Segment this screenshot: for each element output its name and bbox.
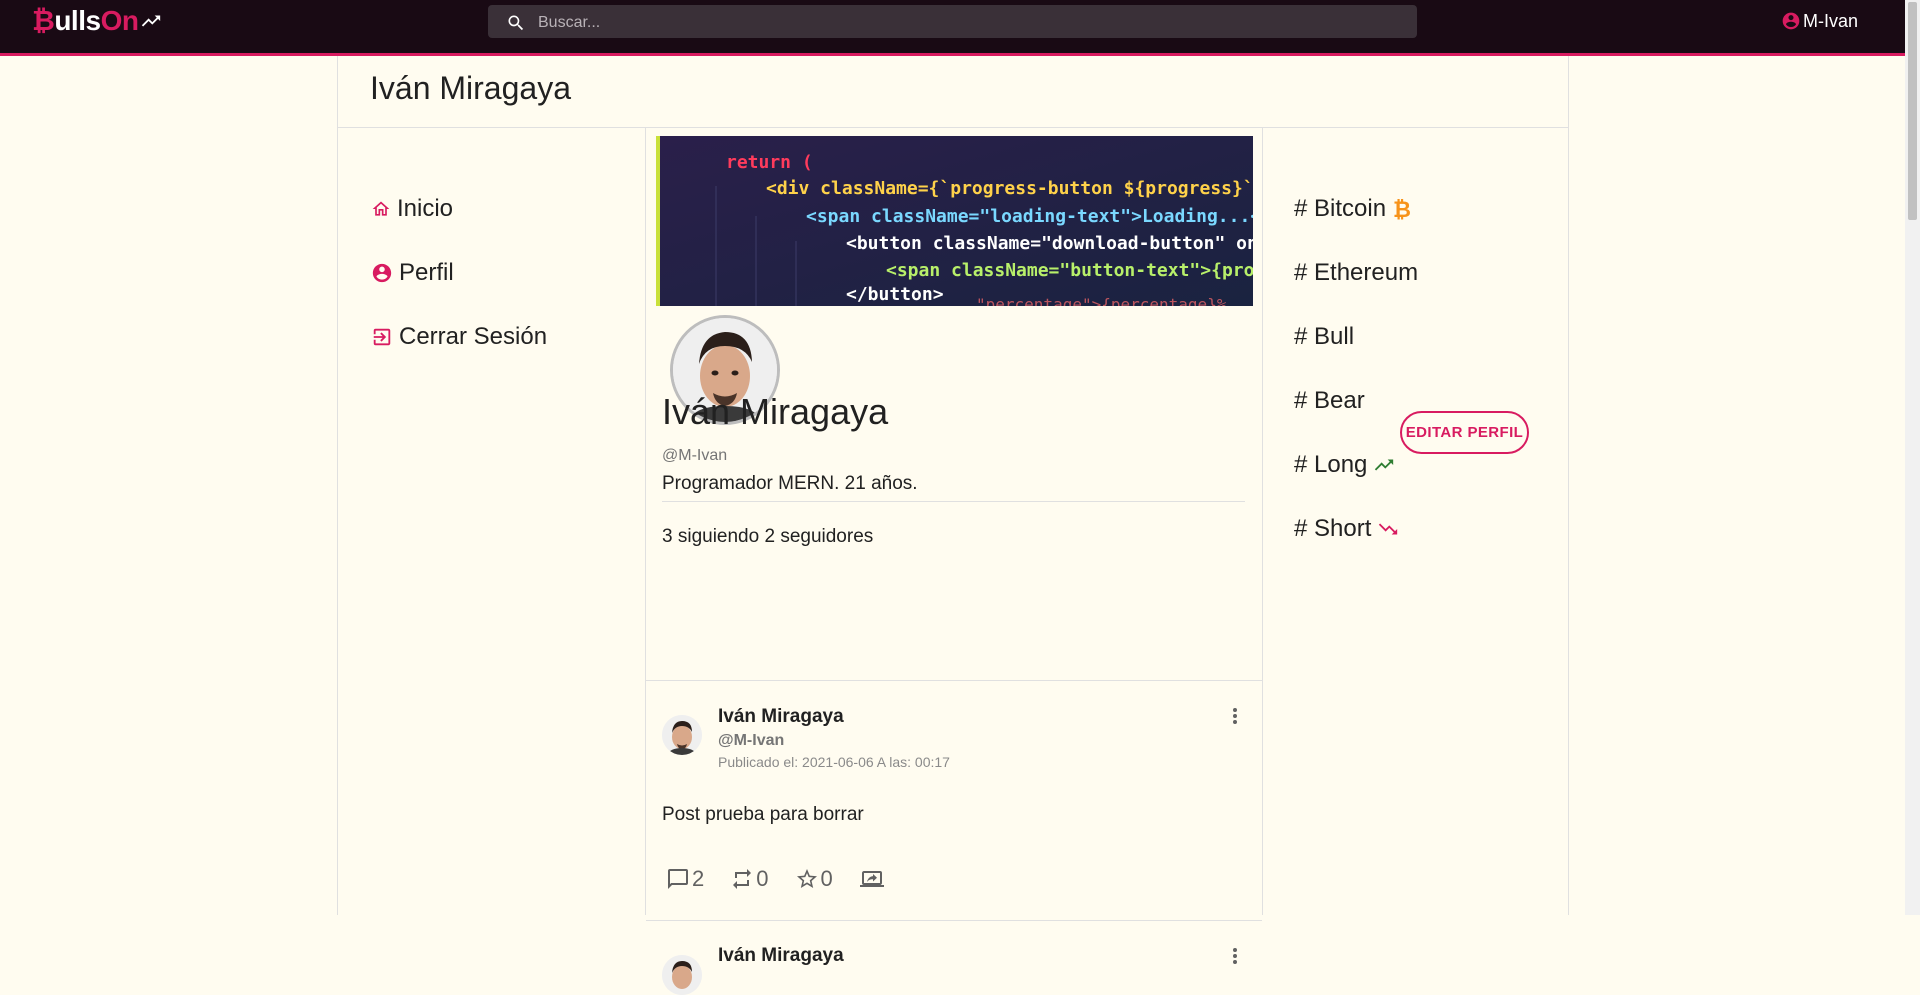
account-circle-icon: [372, 263, 392, 283]
profile-name: Iván Miragaya: [662, 391, 889, 432]
search-icon: [508, 15, 524, 31]
profile-bio: Programador MERN. 21 años.: [662, 473, 918, 494]
person-portrait-icon: [662, 955, 702, 995]
tag-label: # Bear: [1294, 387, 1365, 414]
banner-code-line-2: <div className={`progress-button ${progr…: [766, 178, 1253, 199]
post-author-name[interactable]: Iván Miragaya: [718, 945, 844, 967]
banner-code-line-3: <span className="loading-text">Loading..…: [806, 206, 1253, 227]
person-portrait-icon: [662, 715, 702, 755]
tag-long[interactable]: # Long: [1294, 451, 1395, 479]
comment-icon: [668, 869, 688, 889]
logo-text-pink: On: [100, 5, 139, 36]
post-avatar[interactable]: [662, 955, 702, 995]
share-button[interactable]: [859, 867, 887, 891]
search-bar[interactable]: [488, 5, 1417, 40]
logo-bitcoin-letter: ₿: [32, 5, 55, 36]
top-app-bar: ₿ ulls On M-Ivan: [0, 0, 1905, 56]
main-container: Iván Miragaya Inicio Perfil Cerrar Sesió…: [337, 56, 1569, 995]
nav-item-cerrar-sesion[interactable]: Cerrar Sesión: [371, 323, 547, 351]
home-icon: [372, 201, 390, 216]
banner-code-line-5: <span className="button-text">{progress …: [886, 260, 1253, 281]
more-options-icon[interactable]: [1223, 704, 1247, 728]
profile-divider: [662, 501, 1245, 502]
tag-ethereum[interactable]: # Ethereum: [1294, 259, 1418, 287]
search-input[interactable]: [536, 5, 1400, 40]
account-circle-icon: [1782, 12, 1800, 30]
logout-icon: [373, 328, 391, 346]
profile-banner-image: return ( <div className={`progress-butto…: [656, 136, 1253, 306]
trending-up-icon: [1375, 459, 1394, 471]
follow-stats[interactable]: 3 siguiendo 2 seguidores: [662, 526, 873, 548]
tag-short[interactable]: # Short: [1294, 515, 1399, 543]
screen-share-icon: [859, 871, 884, 887]
tag-label: # Bitcoin: [1294, 195, 1387, 222]
post-author-name[interactable]: Iván Miragaya: [718, 706, 844, 728]
code-banner-graphic: return ( <div className={`progress-butto…: [656, 136, 1253, 306]
star-count: 0: [820, 866, 833, 891]
page-scrollbar[interactable]: [1905, 0, 1920, 915]
comment-button[interactable]: 2: [666, 866, 704, 892]
profile-handle: @M-Ivan: [662, 447, 728, 464]
comment-count: 2: [692, 866, 705, 891]
more-options-icon[interactable]: [1223, 944, 1247, 968]
tag-bull[interactable]: # Bull: [1294, 323, 1354, 351]
post-text: Post prueba para borrar: [662, 804, 864, 825]
repost-button[interactable]: 0: [730, 866, 769, 892]
post-divider: [646, 920, 1262, 921]
tag-label: # Short: [1294, 515, 1372, 542]
nav-label: Inicio: [397, 195, 454, 222]
scrollbar-thumb[interactable]: [1908, 2, 1917, 220]
repost-count: 0: [756, 866, 769, 891]
star-button[interactable]: 0: [795, 866, 833, 892]
user-menu[interactable]: M-Ivan: [1781, 9, 1858, 33]
profile-feed-column: return ( <div className={`progress-butto…: [645, 128, 1529, 995]
page-title: Iván Miragaya: [370, 70, 571, 106]
username-label: M-Ivan: [1802, 10, 1858, 31]
edit-profile-button[interactable]: EDITAR PERFIL: [1400, 411, 1529, 454]
post-avatar[interactable]: [662, 715, 702, 755]
post-actions: 2 0 0: [666, 866, 913, 892]
nav-item-perfil[interactable]: Perfil: [371, 259, 454, 287]
star-outline-icon: [796, 869, 817, 888]
banner-code-line-4: <button className="download-button" onCl…: [846, 233, 1253, 254]
trending-down-icon: [1379, 523, 1398, 535]
post-author-handle[interactable]: @M-Ivan: [718, 732, 784, 750]
svg-text:₿: ₿: [1393, 198, 1411, 221]
post-date: Publicado el: 2021-06-06 A las: 00:17: [718, 754, 950, 770]
tag-label: # Long: [1294, 451, 1368, 478]
bitcoin-icon: ₿: [1393, 198, 1411, 221]
logo-text-white: ulls: [54, 5, 101, 36]
nav-label: Perfil: [399, 259, 454, 286]
trending-up-icon: [142, 15, 161, 27]
nav-label: Cerrar Sesión: [399, 323, 548, 350]
tag-label: # Ethereum: [1294, 259, 1419, 286]
app-logo[interactable]: ₿ ulls On: [32, 6, 162, 36]
banner-code-line-1: return (: [726, 152, 813, 173]
repeat-icon: [733, 869, 752, 889]
tag-bitcoin[interactable]: # Bitcoin ₿: [1294, 195, 1412, 223]
banner-code-line-7: "percentage">{percentage}%: [976, 295, 1227, 306]
section-divider: [646, 680, 1262, 681]
tag-label: # Bull: [1294, 323, 1355, 350]
tag-bear[interactable]: # Bear: [1294, 387, 1365, 415]
banner-code-line-6: </button>: [846, 284, 944, 305]
nav-item-inicio[interactable]: Inicio: [371, 195, 453, 223]
